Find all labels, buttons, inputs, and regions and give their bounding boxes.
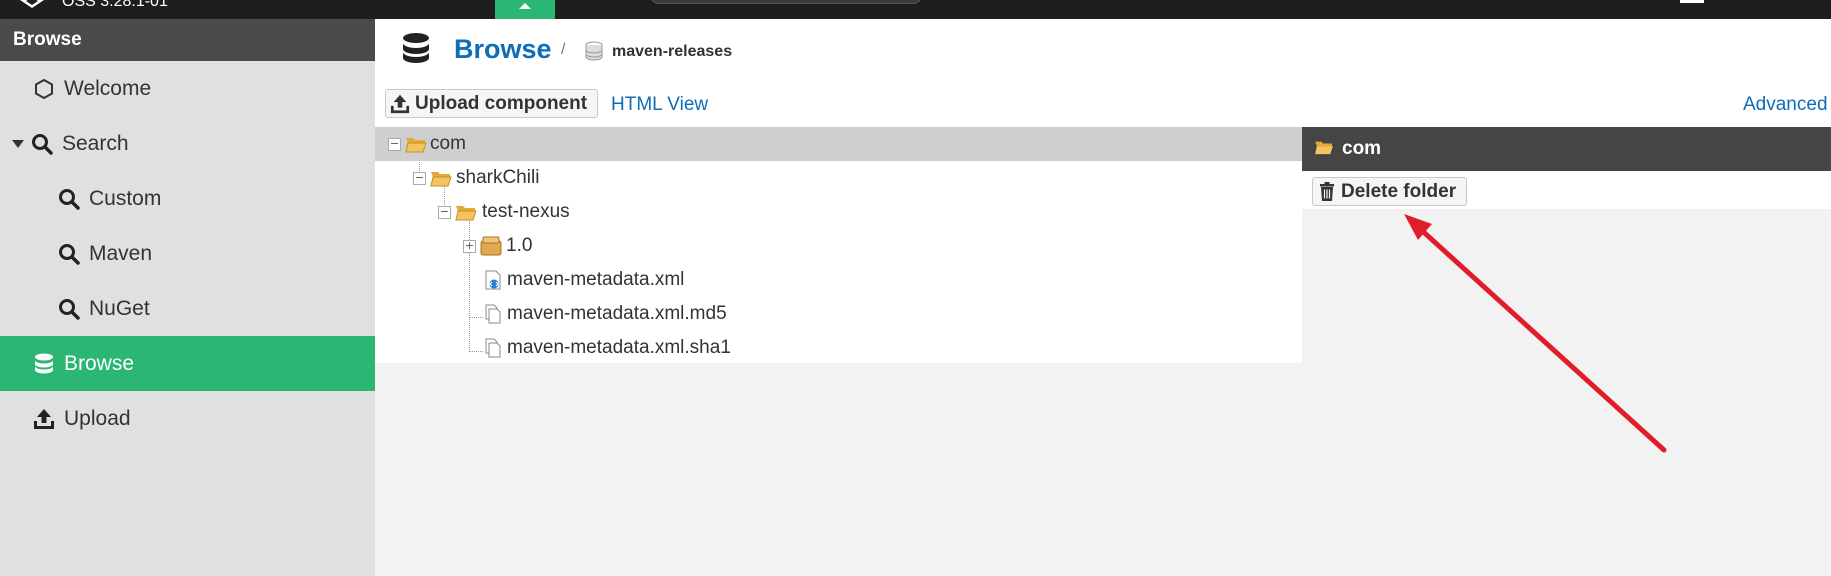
upload-component-button[interactable]: Upload component <box>385 89 599 118</box>
trash-icon <box>1319 182 1335 201</box>
expand-icon[interactable]: + <box>463 239 476 253</box>
package-icon <box>480 236 502 256</box>
database-icon <box>32 352 56 376</box>
page-title[interactable]: Browse <box>454 34 552 65</box>
folder-open-icon <box>405 134 427 154</box>
upload-icon <box>390 94 410 114</box>
tree-node-label: maven-metadata.xml.md5 <box>507 303 727 324</box>
tree-node-maven-metadata-md5[interactable]: maven-metadata.xml.md5 <box>375 297 1302 331</box>
top-bar: OSS 3.28.1-01 <box>0 0 1831 19</box>
sidebar-item-browse[interactable]: Browse <box>0 336 375 391</box>
search-icon <box>57 242 81 266</box>
search-icon <box>30 132 54 156</box>
sidebar-item-label: NuGet <box>89 296 150 320</box>
collapse-icon[interactable]: − <box>388 137 401 151</box>
tree-node-label: test-nexus <box>482 201 570 222</box>
sidebar-item-label: Search <box>62 131 129 155</box>
folder-detail-toolbar: Delete folder <box>1302 171 1831 209</box>
breadcrumb-separator: / <box>561 41 566 58</box>
folder-open-icon <box>430 168 452 188</box>
html-view-link[interactable]: HTML View <box>611 94 708 116</box>
sidebar-header: Browse <box>0 19 375 61</box>
sidebar: Browse Welcome Search Custom Maven NuGet <box>0 19 375 576</box>
browse-mode-tab[interactable] <box>495 0 555 19</box>
file-icon <box>482 338 504 358</box>
repository-name: maven-releases <box>612 43 733 60</box>
sidebar-item-label: Upload <box>64 406 131 430</box>
main-panel: Browse / maven-releases Upload component… <box>375 19 1831 576</box>
sidebar-item-custom[interactable]: Custom <box>0 171 375 226</box>
advanced-search-link[interactable]: Advanced <box>1743 94 1828 116</box>
upload-component-label: Upload component <box>415 92 588 114</box>
upload-icon <box>32 407 56 431</box>
sidebar-item-search[interactable]: Search <box>0 116 375 171</box>
collapse-icon[interactable]: − <box>413 171 426 185</box>
sidebar-item-welcome[interactable]: Welcome <box>0 61 375 116</box>
folder-open-icon <box>455 202 477 222</box>
caret-up-icon <box>519 3 531 9</box>
breadcrumb: Browse / maven-releases <box>375 19 1831 82</box>
tree-node-label: maven-metadata.xml.sha1 <box>507 337 731 358</box>
tree-node-1-0[interactable]: + 1.0 <box>375 229 1302 263</box>
nexus-logo-icon <box>20 0 44 8</box>
search-icon <box>57 297 81 321</box>
sidebar-item-upload[interactable]: Upload <box>0 391 375 446</box>
menu-icon[interactable] <box>1680 0 1704 3</box>
folder-open-icon <box>1314 139 1334 161</box>
search-icon <box>57 187 81 211</box>
sidebar-item-nuget[interactable]: NuGet <box>0 281 375 336</box>
tree-node-label: maven-metadata.xml <box>507 269 685 290</box>
browse-toolbar: Upload component HTML View Advanced <box>375 82 1831 127</box>
folder-detail-title: com <box>1342 138 1382 159</box>
tree-node-maven-metadata-sha1[interactable]: maven-metadata.xml.sha1 <box>375 331 1302 365</box>
tree-node-label: sharkChili <box>456 167 540 188</box>
component-tree: − com − sharkChili − test-nexus + 1.0 ma… <box>375 127 1302 363</box>
global-search-input[interactable] <box>650 0 922 4</box>
tree-node-label: com <box>430 133 466 154</box>
repository-icon <box>585 41 603 66</box>
delete-folder-label: Delete folder <box>1341 180 1457 202</box>
sidebar-item-label: Custom <box>89 186 162 210</box>
collapse-icon[interactable]: − <box>438 205 451 219</box>
tree-node-test-nexus[interactable]: − test-nexus <box>375 195 1302 229</box>
hexagon-icon <box>32 77 56 101</box>
sidebar-item-maven[interactable]: Maven <box>0 226 375 281</box>
file-icon <box>482 304 504 324</box>
tree-node-sharkchili[interactable]: − sharkChili <box>375 161 1302 195</box>
database-icon <box>402 33 430 70</box>
tree-node-maven-metadata-xml[interactable]: maven-metadata.xml <box>375 263 1302 297</box>
delete-folder-button[interactable]: Delete folder <box>1312 177 1468 206</box>
caret-down-icon <box>12 139 24 148</box>
folder-detail-panel: com Delete folder <box>1302 127 1831 576</box>
sidebar-item-label: Maven <box>89 241 153 265</box>
xml-file-icon <box>482 270 504 290</box>
tree-node-com[interactable]: − com <box>375 127 1302 161</box>
product-version: OSS 3.28.1-01 <box>62 0 168 10</box>
sidebar-item-label: Welcome <box>64 76 152 100</box>
folder-detail-header: com <box>1302 127 1831 171</box>
tree-node-label: 1.0 <box>506 235 533 256</box>
sidebar-item-label: Browse <box>64 351 135 375</box>
